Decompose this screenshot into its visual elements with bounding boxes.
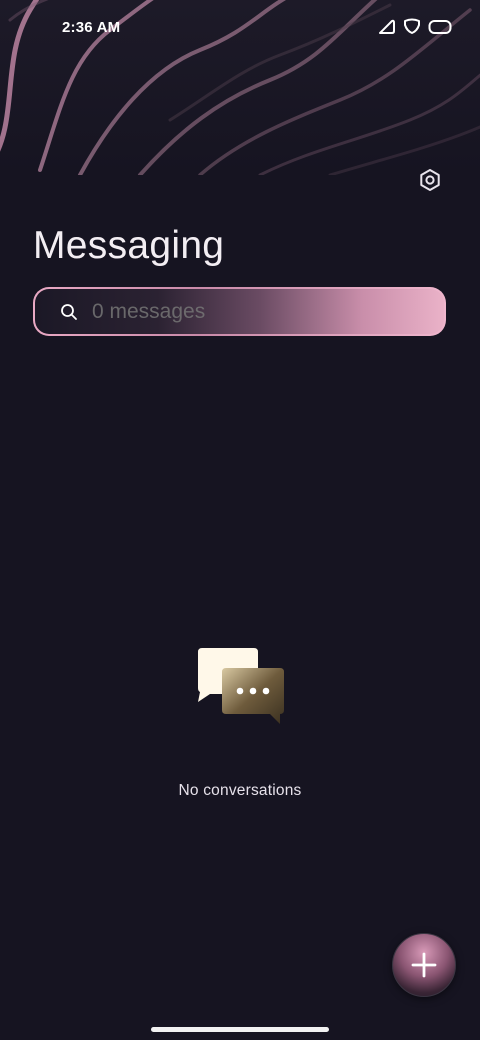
search-input[interactable]	[92, 300, 392, 324]
status-icons	[378, 18, 452, 35]
empty-state-text: No conversations	[178, 782, 302, 799]
settings-button[interactable]	[413, 163, 447, 197]
chat-bubbles-icon	[198, 648, 284, 724]
search-bar-inner	[35, 289, 444, 334]
home-indicator[interactable]	[151, 1027, 329, 1032]
gear-icon	[420, 169, 440, 191]
search-icon	[61, 304, 77, 320]
search-bar[interactable]	[33, 287, 446, 336]
wifi-icon	[404, 18, 420, 34]
new-conversation-button[interactable]	[392, 933, 456, 997]
signal-icon	[379, 19, 395, 34]
status-bar: 2:36 AM	[0, 0, 480, 56]
messaging-screen: 2:36 AM Messaging 0 messages No conversa…	[0, 0, 480, 1040]
page-title: Messaging	[33, 224, 225, 267]
status-time: 2:36 AM	[62, 19, 121, 36]
plus-icon	[411, 952, 437, 978]
battery-icon	[428, 19, 452, 34]
